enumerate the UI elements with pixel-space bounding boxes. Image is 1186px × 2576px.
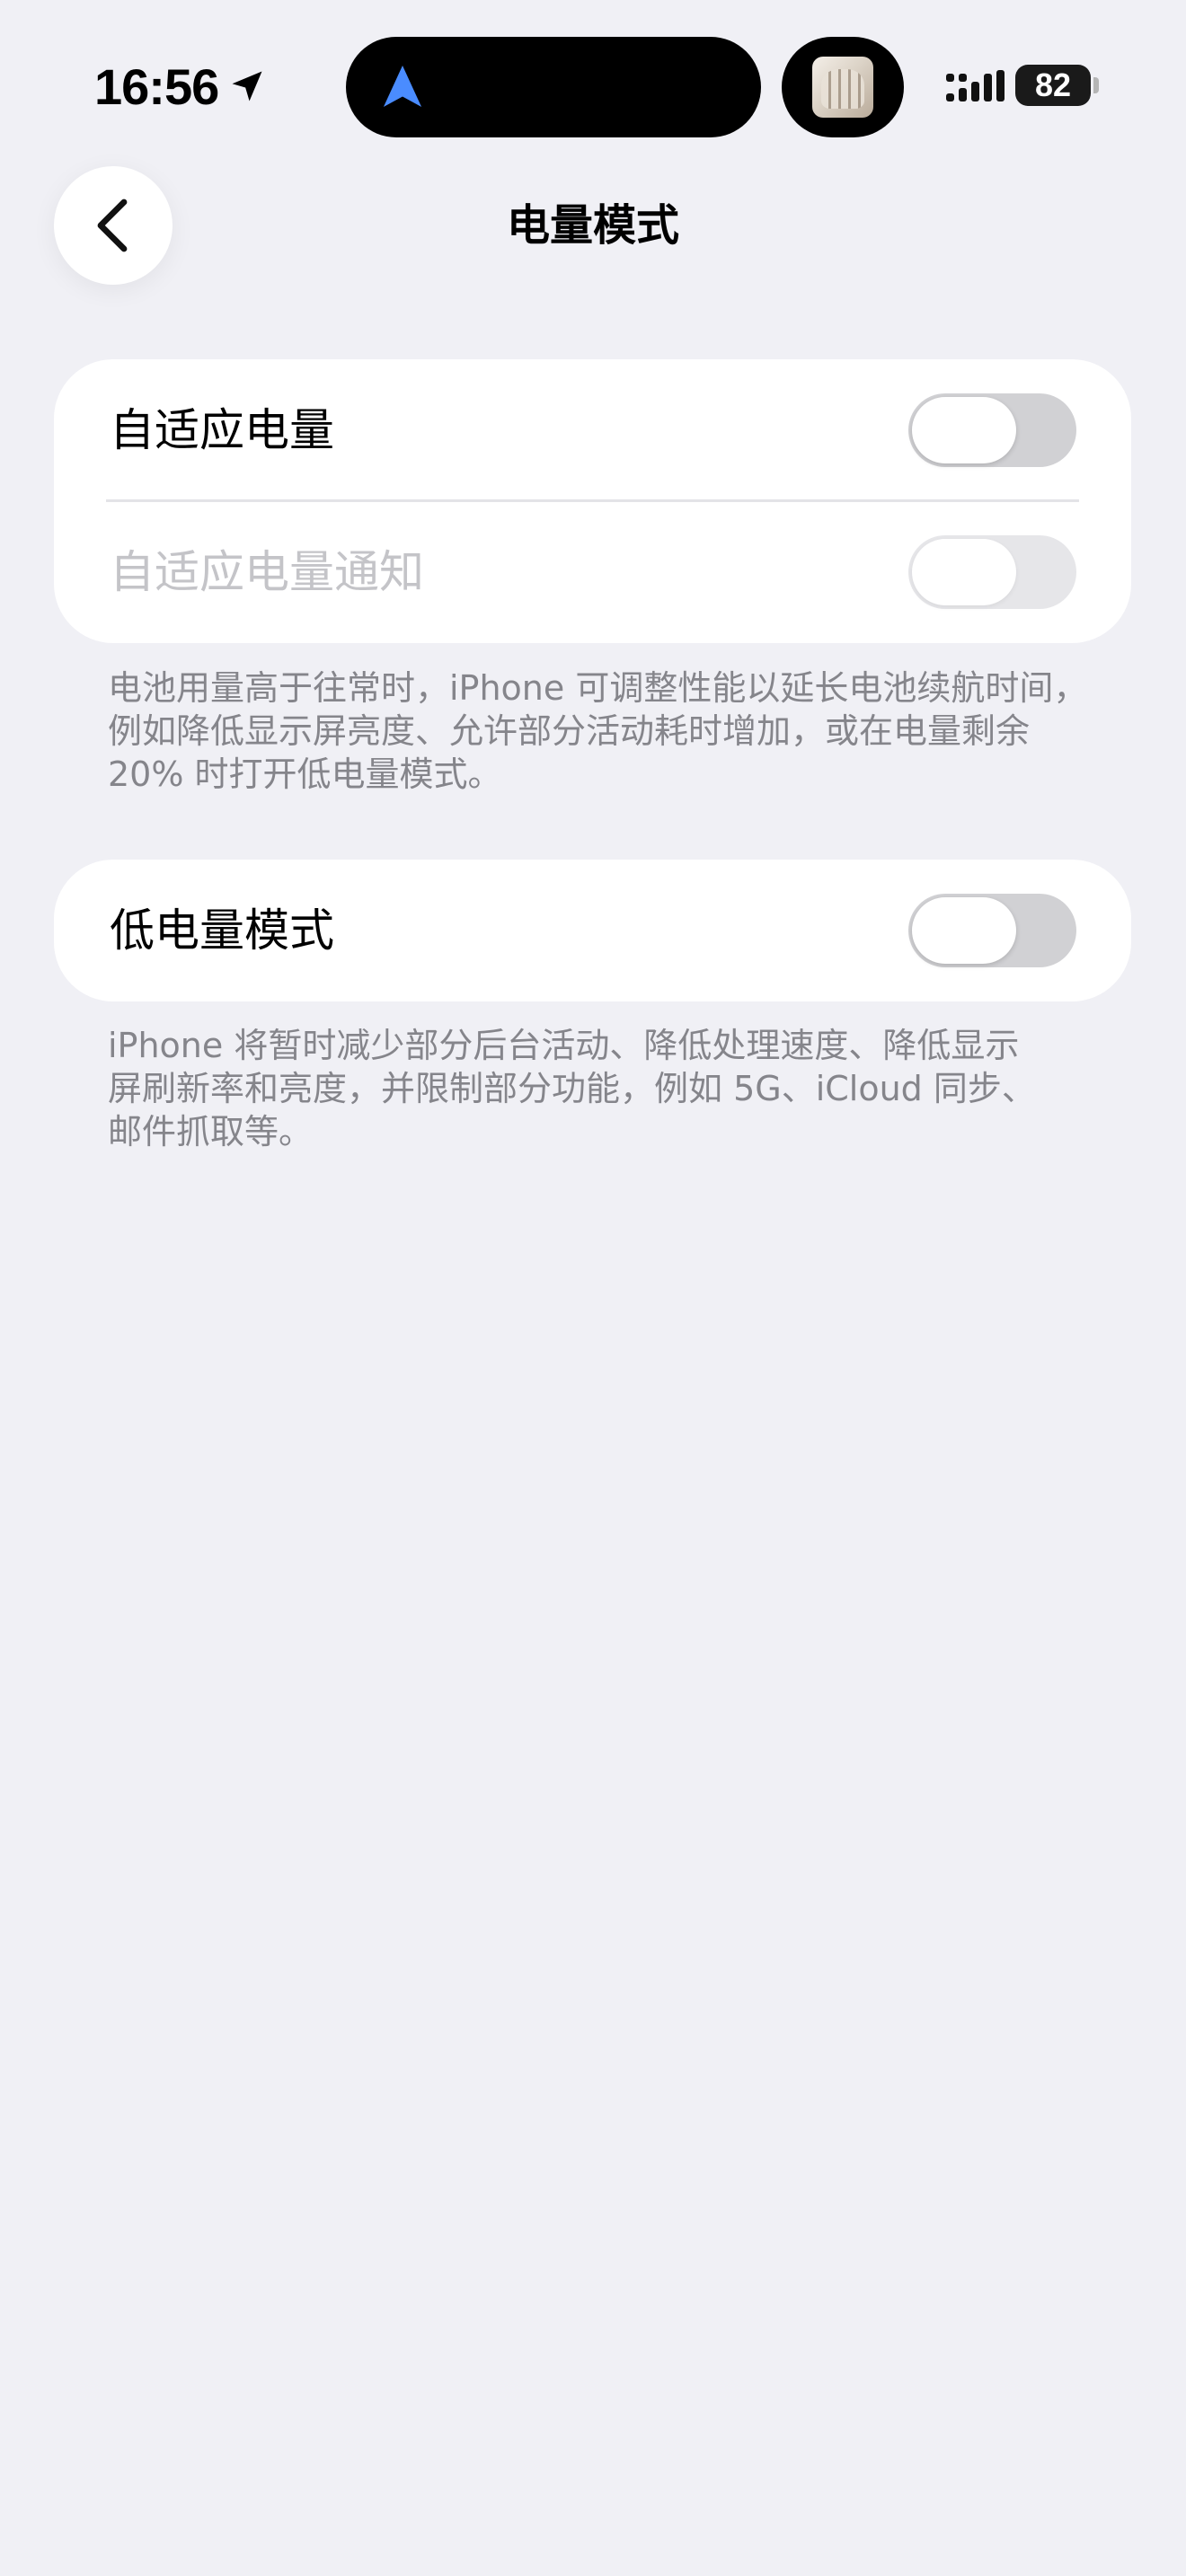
footer-line: 电池用量高于往常时，iPhone 可调整性能以延长电池续航时间， xyxy=(108,668,1088,708)
footer-line: 屏刷新率和亮度，并限制部分功能，例如 5G、iCloud 同步、 xyxy=(108,1069,1036,1108)
toggle-knob xyxy=(912,397,1016,463)
adaptive-power-notification-toggle xyxy=(908,535,1076,609)
status-time-group: 16:56 xyxy=(94,50,267,122)
battery-level: 82 xyxy=(1034,66,1072,103)
album-art xyxy=(812,57,873,118)
adaptive-power-toggle[interactable] xyxy=(908,393,1076,467)
toggle-knob xyxy=(912,897,1016,964)
low-power-mode-toggle[interactable] xyxy=(908,894,1076,967)
footer-line: 邮件抓取等。 xyxy=(108,1112,314,1151)
adaptive-power-notification-row: 自适应电量通知 xyxy=(54,501,1131,643)
low-power-mode-label: 低电量模式 xyxy=(110,904,334,957)
footer-line: 例如降低显示屏亮度、允许部分活动耗时增加，或在电量剩余 xyxy=(108,711,1031,751)
dynamic-island[interactable] xyxy=(346,37,761,137)
status-bar: 16:56 82 xyxy=(0,0,1186,180)
toggle-knob xyxy=(912,539,1016,605)
adaptive-power-row[interactable]: 自适应电量 xyxy=(54,359,1131,501)
adaptive-power-notification-label: 自适应电量通知 xyxy=(110,546,424,598)
adaptive-power-label: 自适应电量 xyxy=(110,404,334,456)
adaptive-power-footer: 电池用量高于往常时，iPhone 可调整性能以延长电池续航时间， 例如降低显示屏… xyxy=(108,666,1087,796)
battery-icon: 82 xyxy=(1015,65,1091,106)
battery-cap xyxy=(1093,77,1099,93)
location-arrow-icon xyxy=(232,71,262,101)
adaptive-power-group: 自适应电量 自适应电量通知 xyxy=(54,359,1131,643)
media-activity[interactable] xyxy=(782,37,904,137)
low-power-group: 低电量模式 xyxy=(54,860,1131,1001)
low-power-mode-row[interactable]: 低电量模式 xyxy=(54,860,1131,1001)
navigation-icon xyxy=(383,66,422,107)
page-title: 电量模式 xyxy=(506,200,679,251)
footer-line: 20% 时打开低电量模式。 xyxy=(108,754,502,794)
footer-line: iPhone 将暂时减少部分后台活动、降低处理速度、降低显示 xyxy=(108,1026,1020,1065)
low-power-footer: iPhone 将暂时减少部分后台活动、降低处理速度、降低显示 屏刷新率和亮度，并… xyxy=(108,1024,1087,1153)
signal-icon xyxy=(946,70,1005,101)
status-time: 16:56 xyxy=(94,57,219,115)
